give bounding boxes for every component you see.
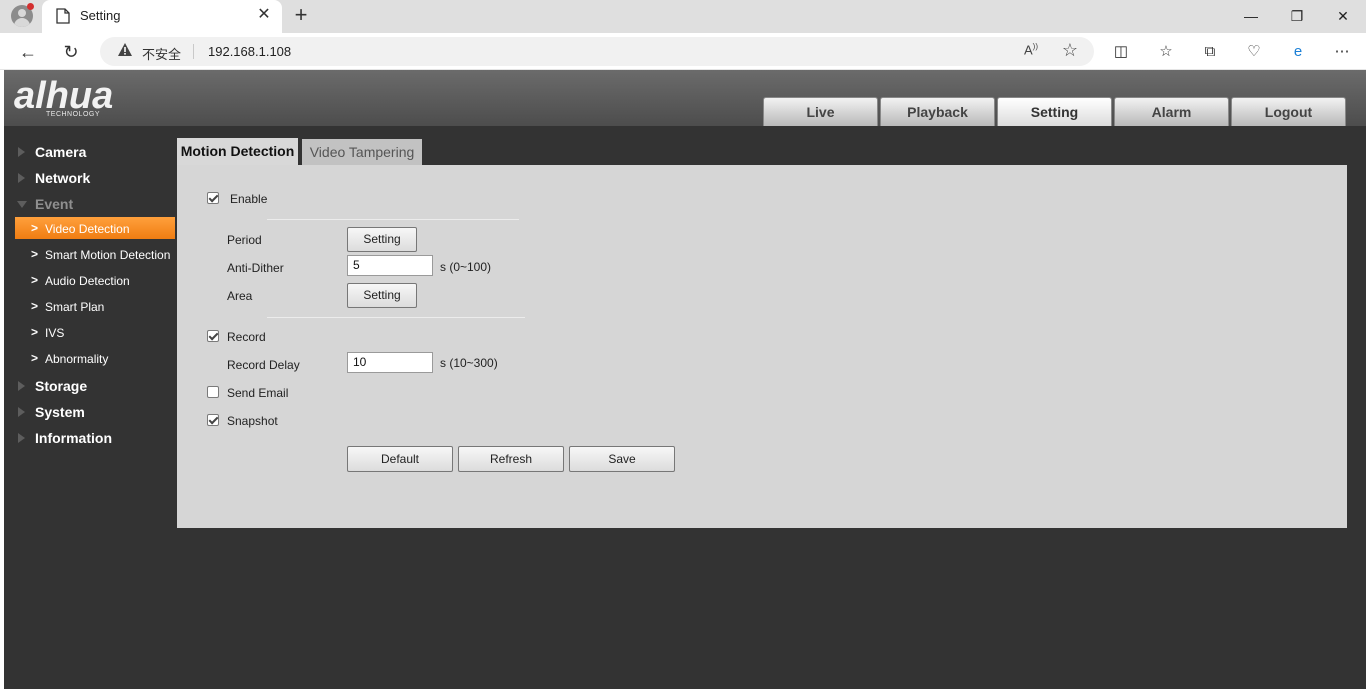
refresh-button[interactable]: Refresh [458, 446, 564, 472]
sidebar-item-ivs[interactable]: > IVS [15, 321, 175, 343]
topnav-setting[interactable]: Setting [997, 97, 1112, 126]
restore-button[interactable]: ❐ [1282, 4, 1312, 28]
chevron-right-icon: > [31, 325, 39, 339]
send-email-checkbox[interactable] [207, 386, 219, 398]
anti-dither-input[interactable]: 5 [347, 255, 433, 276]
area-label: Area [227, 289, 253, 303]
address-bar-row: ← ↻ 不安全 192.168.1.108 A)) ☆ ◫ ☆ ⧉ ♡ e ⋯ [0, 33, 1366, 70]
expand-arrow-icon [18, 407, 25, 417]
split-screen-icon[interactable]: ◫ [1110, 41, 1132, 63]
expand-arrow-icon [18, 147, 25, 157]
topnav-live[interactable]: Live [763, 97, 878, 126]
sidebar-item-network[interactable]: Network [4, 167, 177, 189]
sidebar-item-storage[interactable]: Storage [4, 375, 177, 397]
anti-dither-unit: s (0~100) [440, 260, 492, 274]
more-menu-icon[interactable]: ⋯ [1331, 41, 1353, 63]
notification-dot-icon [27, 3, 34, 10]
warning-icon[interactable] [117, 42, 133, 63]
sidebar-label: Smart Motion Detection [45, 248, 171, 262]
favorite-star-icon[interactable]: ☆ [1062, 40, 1078, 61]
enable-label: Enable [230, 192, 268, 206]
chevron-right-icon: > [31, 299, 39, 313]
area-setting-button[interactable]: Setting [347, 283, 417, 308]
sidebar-item-system[interactable]: System [4, 401, 177, 423]
sidebar-item-camera[interactable]: Camera [4, 141, 177, 163]
topnav-alarm[interactable]: Alarm [1114, 97, 1229, 126]
record-delay-input[interactable]: 10 [347, 352, 433, 373]
url-box[interactable]: 不安全 192.168.1.108 A)) ☆ [100, 37, 1094, 66]
motion-detection-panel: Enable Period Setting Anti-Dither 5 s (0… [177, 165, 1347, 528]
sidebar: Camera Network Event > Video Detection >… [4, 126, 177, 689]
browser-tab[interactable]: Setting ✕ [42, 0, 282, 33]
topnav-logout[interactable]: Logout [1231, 97, 1346, 126]
sidebar-item-information[interactable]: Information [4, 427, 177, 449]
expand-arrow-icon [18, 433, 25, 443]
expand-arrow-icon [18, 381, 25, 391]
period-setting-button[interactable]: Setting [347, 227, 417, 252]
send-email-label: Send Email [227, 386, 289, 400]
collapse-arrow-icon [17, 201, 27, 208]
url-text[interactable]: 192.168.1.108 [208, 44, 291, 59]
sidebar-label: System [35, 404, 85, 420]
topnav-playback[interactable]: Playback [880, 97, 995, 126]
sidebar-item-video-detection[interactable]: > Video Detection [15, 217, 175, 239]
chevron-right-icon: > [31, 351, 39, 365]
browser-tab-strip: Setting ✕ + — ❐ ✕ [0, 0, 1366, 33]
snapshot-checkbox[interactable] [207, 414, 219, 426]
refresh-icon[interactable]: ↻ [58, 39, 84, 65]
enable-checkbox[interactable] [207, 192, 219, 204]
snapshot-label: Snapshot [227, 414, 278, 428]
favorites-list-icon[interactable]: ☆ [1155, 41, 1177, 63]
sidebar-label: Audio Detection [45, 274, 130, 288]
divider [267, 317, 525, 318]
sidebar-item-event[interactable]: Event [4, 193, 177, 215]
default-button[interactable]: Default [347, 446, 453, 472]
sidebar-label: Video Detection [45, 222, 130, 236]
page-icon [56, 8, 70, 29]
sidebar-label: Abnormality [45, 352, 109, 366]
tab-title: Setting [80, 8, 121, 23]
record-delay-unit: s (10~300) [440, 356, 498, 370]
sidebar-label: Camera [35, 144, 87, 160]
sidebar-label: Storage [35, 378, 88, 394]
read-aloud-icon[interactable]: A)) [1024, 42, 1038, 57]
tab-motion-detection[interactable]: Motion Detection [177, 138, 298, 165]
anti-dither-label: Anti-Dither [227, 261, 284, 275]
divider [267, 219, 519, 220]
record-delay-label: Record Delay [227, 358, 300, 372]
back-arrow-icon[interactable]: ← [15, 39, 41, 65]
sidebar-label: Smart Plan [45, 300, 105, 314]
sidebar-label: IVS [45, 326, 65, 340]
url-separator [193, 44, 194, 59]
sidebar-item-smart-motion-detection[interactable]: > Smart Motion Detection [15, 243, 175, 265]
app-header: alhua TECHNOLOGY Live Playback Setting A… [4, 70, 1366, 126]
close-window-button[interactable]: ✕ [1328, 4, 1358, 28]
new-tab-button[interactable]: + [289, 4, 313, 28]
sidebar-label: Event [35, 196, 74, 212]
chevron-right-icon: > [31, 273, 39, 287]
dahua-app: alhua TECHNOLOGY Live Playback Setting A… [4, 70, 1366, 689]
ie-mode-icon[interactable]: e [1287, 41, 1309, 63]
tab-video-tampering[interactable]: Video Tampering [302, 139, 422, 165]
sidebar-label: Information [35, 430, 112, 446]
record-checkbox[interactable] [207, 330, 219, 342]
period-label: Period [227, 233, 262, 247]
chevron-right-icon: > [31, 247, 39, 261]
collections-icon[interactable]: ⧉ [1199, 41, 1221, 63]
logo-subtitle: TECHNOLOGY [46, 111, 101, 118]
chevron-right-icon: > [31, 221, 39, 235]
sidebar-item-audio-detection[interactable]: > Audio Detection [15, 269, 175, 291]
save-button[interactable]: Save [569, 446, 675, 472]
minimize-button[interactable]: — [1236, 4, 1266, 28]
record-label: Record [227, 330, 266, 344]
sidebar-label: Network [35, 170, 91, 186]
sidebar-item-smart-plan[interactable]: > Smart Plan [15, 295, 175, 317]
expand-arrow-icon [18, 173, 25, 183]
close-tab-icon[interactable]: ✕ [255, 6, 273, 24]
insecure-label[interactable]: 不安全 [142, 44, 181, 63]
browser-essentials-icon[interactable]: ♡ [1243, 41, 1265, 63]
sidebar-item-abnormality[interactable]: > Abnormality [15, 347, 175, 369]
